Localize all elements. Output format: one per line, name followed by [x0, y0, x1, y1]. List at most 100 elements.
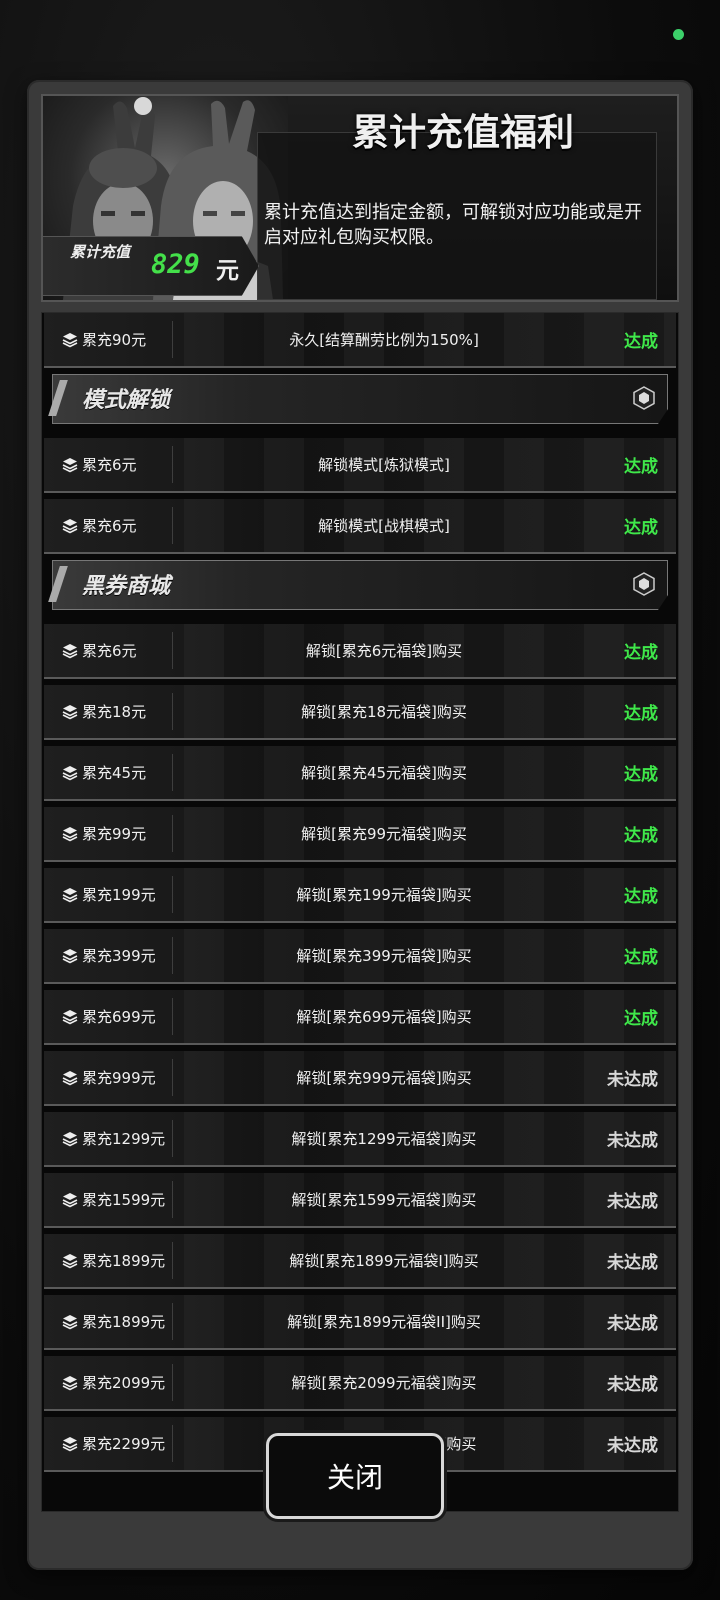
reward-text: 解锁[累充399元福袋]购买 — [296, 947, 472, 965]
section-header-mode-unlock: 模式解锁 — [44, 374, 676, 426]
column-divider — [172, 1425, 173, 1462]
status-text: 达成 — [624, 948, 658, 968]
status-text: 达成 — [624, 887, 658, 907]
column-divider — [172, 1364, 173, 1401]
requirement-text: 累充999元 — [82, 1069, 156, 1087]
requirement-text: 累充2299元 — [82, 1435, 166, 1453]
requirement-text: 累充6元 — [82, 642, 137, 660]
column-divider — [172, 693, 173, 730]
status-text: 未达成 — [607, 1131, 658, 1151]
status-text: 达成 — [624, 1009, 658, 1029]
status-text: 达成 — [624, 457, 658, 477]
layers-icon — [62, 1071, 78, 1086]
status-text: 达成 — [624, 765, 658, 785]
column-divider — [172, 1242, 173, 1279]
requirement-text: 累充1599元 — [82, 1191, 166, 1209]
reward-row: 累充399元 解锁[累充399元福袋]购买 达成 — [44, 929, 676, 984]
page-title: 累计充值福利 — [352, 111, 574, 154]
status-text: 达成 — [624, 518, 658, 538]
section-title: 黑券商城 — [82, 574, 171, 599]
layers-icon — [62, 458, 78, 473]
requirement-text: 累充699元 — [82, 1008, 156, 1026]
layers-icon — [62, 1010, 78, 1025]
column-divider — [172, 1120, 173, 1157]
reward-row: 累充1599元 解锁[累充1599元福袋]购买 未达成 — [44, 1173, 676, 1228]
reward-row: 累充1899元 解锁[累充1899元福袋I]购买 未达成 — [44, 1234, 676, 1289]
requirement-text: 累充99元 — [82, 825, 147, 843]
layers-icon — [62, 519, 78, 534]
column-divider — [172, 998, 173, 1035]
reward-row: 累充6元 解锁[累充6元福袋]购买 达成 — [44, 624, 676, 679]
reward-list[interactable]: 累充90元 永久[结算酬劳比例为150%] 达成 模式解锁 累充6元 解锁模式[炼狱模… — [41, 312, 679, 1512]
column-divider — [172, 632, 173, 669]
column-divider — [172, 815, 173, 852]
layers-icon — [62, 333, 78, 348]
hexagon-icon — [633, 386, 655, 410]
requirement-text: 累充199元 — [82, 886, 156, 904]
reward-text: 解锁[累充6元福袋]购买 — [305, 642, 463, 660]
reward-row: 累充6元 解锁模式[战棋模式] 达成 — [44, 499, 676, 554]
reward-row: 累充1299元 解锁[累充1299元福袋]购买 未达成 — [44, 1112, 676, 1167]
hexagon-icon — [633, 572, 655, 596]
status-indicator-dot — [673, 29, 684, 40]
layers-icon — [62, 1315, 78, 1330]
status-text: 未达成 — [607, 1192, 658, 1212]
total-recharge-unit: 元 — [216, 258, 239, 284]
reward-text: 解锁[累充2099元福袋]购买 — [291, 1374, 477, 1392]
reward-row: 累充199元 解锁[累充199元福袋]购买 达成 — [44, 868, 676, 923]
reward-text: 解锁[累充18元福袋]购买 — [301, 703, 467, 721]
status-text: 达成 — [624, 826, 658, 846]
reward-text: 解锁[累充1599元福袋]购买 — [291, 1191, 477, 1209]
requirement-text: 累充1899元 — [82, 1313, 166, 1331]
layers-icon — [62, 1193, 78, 1208]
reward-text: 解锁[累充999元福袋]购买 — [296, 1069, 472, 1087]
layers-icon — [62, 644, 78, 659]
section-title: 模式解锁 — [82, 388, 171, 413]
total-recharge-label: 累计充值 — [69, 243, 130, 261]
layers-icon — [62, 1132, 78, 1147]
layers-icon — [62, 888, 78, 903]
reward-text: 解锁[累充1899元福袋I]购买 — [289, 1252, 479, 1270]
column-divider — [172, 1059, 173, 1096]
close-button[interactable]: 关闭 — [266, 1433, 444, 1519]
reward-text: 解锁模式[战棋模式] — [318, 517, 450, 535]
description-text: 累计充值达到指定金额，可解锁对应功能或是开启对应礼包购买权限。 — [264, 202, 642, 248]
layers-icon — [62, 949, 78, 964]
requirement-text: 累充2099元 — [82, 1374, 166, 1392]
column-divider — [172, 876, 173, 913]
reward-text: 解锁[累充99元福袋]购买 — [301, 825, 467, 843]
status-text: 达成 — [624, 643, 658, 663]
layers-icon — [62, 705, 78, 720]
layers-icon — [62, 766, 78, 781]
status-text: 未达成 — [607, 1253, 658, 1273]
status-text: 未达成 — [607, 1436, 658, 1456]
reward-row: 累充6元 解锁模式[炼狱模式] 达成 — [44, 438, 676, 493]
layers-icon — [62, 1437, 78, 1452]
column-divider — [172, 1303, 173, 1340]
column-divider — [172, 1181, 173, 1218]
layers-icon — [62, 1376, 78, 1391]
reward-text: 解锁模式[炼狱模式] — [318, 456, 450, 474]
column-divider — [172, 446, 173, 483]
status-text: 达成 — [624, 704, 658, 724]
layers-icon — [62, 827, 78, 842]
reward-text: 解锁[累充699元福袋]购买 — [296, 1008, 472, 1026]
reward-text: 解锁[累充1899元福袋II]购买 — [287, 1313, 481, 1331]
requirement-text: 累充6元 — [82, 456, 137, 474]
requirement-text: 累充6元 — [82, 517, 137, 535]
reward-row: 累充1899元 解锁[累充1899元福袋II]购买 未达成 — [44, 1295, 676, 1350]
reward-text: 永久[结算酬劳比例为150%] — [289, 331, 479, 349]
column-divider — [172, 321, 173, 358]
layers-icon — [62, 1254, 78, 1269]
reward-row: 累充90元 永久[结算酬劳比例为150%] 达成 — [44, 313, 676, 368]
requirement-text: 累充1299元 — [82, 1130, 166, 1148]
reward-row: 累充699元 解锁[累充699元福袋]购买 达成 — [44, 990, 676, 1045]
requirement-text: 累充18元 — [82, 703, 147, 721]
reward-row: 累充99元 解锁[累充99元福袋]购买 达成 — [44, 807, 676, 862]
column-divider — [172, 937, 173, 974]
reward-text: 解锁[累充199元福袋]购买 — [296, 886, 472, 904]
requirement-text: 累充90元 — [82, 331, 147, 349]
status-text: 未达成 — [607, 1375, 658, 1395]
reward-row: 累充999元 解锁[累充999元福袋]购买 未达成 — [44, 1051, 676, 1106]
reward-row: 累充2099元 解锁[累充2099元福袋]购买 未达成 — [44, 1356, 676, 1411]
